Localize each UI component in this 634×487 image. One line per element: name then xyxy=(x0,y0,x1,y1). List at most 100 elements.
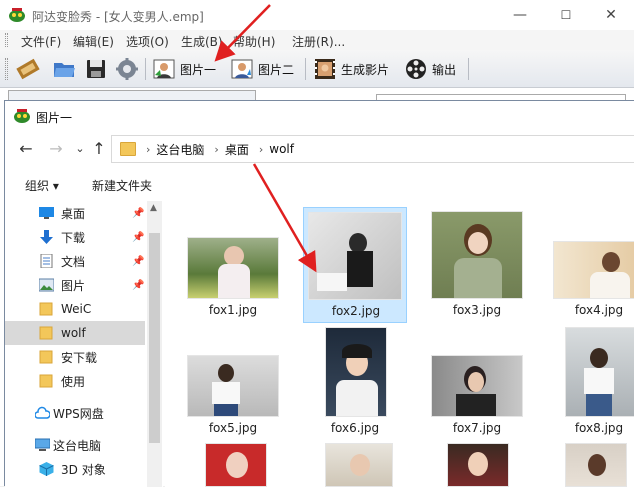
file-tile-fox4[interactable]: fox4.jpg xyxy=(547,207,634,323)
folder-icon xyxy=(39,350,53,364)
file-tile-fox5[interactable]: fox5.jpg xyxy=(181,325,285,441)
nav-item-wolf[interactable]: wolf xyxy=(5,321,145,345)
folder-icon xyxy=(39,326,53,340)
open-folder-icon xyxy=(54,63,75,77)
menu-options[interactable]: 选项(O) xyxy=(126,33,169,50)
minimize-button[interactable]: — xyxy=(497,0,543,30)
pin-icon: 📌 xyxy=(132,255,145,267)
nav-label: 这台电脑 xyxy=(53,438,102,453)
file-thumbnail xyxy=(565,327,634,417)
nav-item-anxiazai[interactable]: 安下载 xyxy=(5,345,145,369)
pin-icon: 📌 xyxy=(132,231,145,243)
file-thumbnail xyxy=(187,355,279,417)
nav-scrollbar[interactable]: ▲ xyxy=(147,201,162,487)
file-tile-partial[interactable] xyxy=(325,443,429,487)
generate-movie-label: 生成影片 xyxy=(341,62,390,77)
nav-item-3d-objects[interactable]: 3D 对象 xyxy=(5,457,145,481)
breadcrumb-chevron-icon: › xyxy=(214,142,219,156)
close-button[interactable]: ✕ xyxy=(588,0,634,30)
nav-item-desktop[interactable]: 桌面 📌 xyxy=(5,201,145,225)
image2-button[interactable]: 图片二 xyxy=(230,55,294,83)
nav-label: 桌面 xyxy=(61,206,86,221)
maximize-button[interactable]: ☐ xyxy=(543,0,589,30)
folder-icon xyxy=(39,374,53,388)
app-logo-icon xyxy=(9,8,25,22)
nav-item-documents[interactable]: 文档 📌 xyxy=(5,249,145,273)
save-button[interactable] xyxy=(84,55,112,83)
nav-item-downloads[interactable]: 下载 📌 xyxy=(5,225,145,249)
organize-button[interactable]: 组织 ▾ xyxy=(25,177,59,194)
menu-generate[interactable]: 生成(B) xyxy=(181,33,223,50)
menu-file[interactable]: 文件(F) xyxy=(21,33,61,50)
settings-button[interactable] xyxy=(115,55,143,83)
file-tile-fox6[interactable]: fox6.jpg xyxy=(303,325,407,441)
nav-item-wps-cloud[interactable]: WPS网盘 xyxy=(5,401,145,425)
navigation-bar: ← → ⌄ ↑ › 这台电脑 › 桌面 › wolf xyxy=(5,131,634,167)
toolbar-grip xyxy=(5,58,8,80)
open-file-dialog: 图片一 ← → ⌄ ↑ › 这台电脑 › 桌面 › wolf 组织 ▾ 新建文件… xyxy=(4,100,634,487)
back-arrow-icon[interactable]: ← xyxy=(15,139,37,159)
nav-item-pictures[interactable]: 图片 📌 xyxy=(5,273,145,297)
breadcrumb-this-pc[interactable]: 这台电脑 xyxy=(156,141,204,158)
file-name: fox5.jpg xyxy=(208,421,258,435)
file-tile-fox8[interactable]: fox8.jpg xyxy=(547,325,634,441)
window-title: 阿达变脸秀 - [女人变男人.emp] xyxy=(32,10,204,24)
file-name: fox4.jpg xyxy=(574,303,624,317)
menu-help[interactable]: 帮助(H) xyxy=(233,33,275,50)
navigation-pane: 桌面 📌 下载 📌 文档 📌 图片 📌 WeiC wolf 安下载 使用 WPS… xyxy=(5,199,163,487)
film-button[interactable] xyxy=(16,55,44,83)
up-arrow-icon[interactable]: ↑ xyxy=(88,139,110,159)
toolbar-separator xyxy=(145,58,146,80)
toolbar: 图片一 图片二 生成影片 输出 xyxy=(0,50,634,88)
image1-label: 图片一 xyxy=(180,62,217,77)
file-tile-partial[interactable] xyxy=(205,443,309,487)
breadcrumb-desktop[interactable]: 桌面 xyxy=(225,141,249,158)
3d-objects-icon xyxy=(39,462,54,476)
nav-item-shiyong[interactable]: 使用 xyxy=(5,369,145,393)
address-bar[interactable]: › 这台电脑 › 桌面 › wolf xyxy=(111,135,634,163)
menu-register[interactable]: 注册(R)... xyxy=(292,33,345,50)
pictures-icon xyxy=(39,278,54,292)
file-thumbnail xyxy=(431,211,523,299)
file-thumbnail xyxy=(187,237,279,299)
image1-button[interactable]: 图片一 xyxy=(152,55,216,83)
nav-label: 下载 xyxy=(61,230,86,245)
file-name: fox8.jpg xyxy=(574,421,624,435)
file-thumbnail xyxy=(308,212,402,300)
file-tile-fox3[interactable]: fox3.jpg xyxy=(425,207,529,323)
open-button[interactable] xyxy=(52,55,80,83)
file-tile-fox7[interactable]: fox7.jpg xyxy=(425,325,529,441)
folder-icon xyxy=(120,142,136,156)
dialog-title-bar: 图片一 xyxy=(5,101,634,131)
menu-grip xyxy=(5,33,8,47)
file-thumbnail xyxy=(565,443,627,487)
file-thumbnail xyxy=(205,443,267,487)
menu-edit[interactable]: 编辑(E) xyxy=(73,33,114,50)
pin-icon: 📌 xyxy=(132,207,145,219)
file-tile-partial[interactable] xyxy=(447,443,551,487)
computer-icon xyxy=(35,438,50,451)
film-reel-icon xyxy=(406,59,426,79)
nav-label: WeiC xyxy=(61,302,92,316)
file-thumbnail xyxy=(553,241,634,299)
file-tile-fox2[interactable]: fox2.jpg xyxy=(303,207,407,323)
pin-icon: 📌 xyxy=(132,279,145,291)
new-folder-button[interactable]: 新建文件夹 xyxy=(92,177,152,194)
background-panel-tab xyxy=(8,90,256,100)
nav-label: wolf xyxy=(61,326,86,340)
scroll-up-icon[interactable]: ▲ xyxy=(150,203,157,213)
file-tile-partial[interactable] xyxy=(565,443,634,487)
file-tile-fox1[interactable]: fox1.jpg xyxy=(181,207,285,323)
breadcrumb-wolf[interactable]: wolf xyxy=(269,142,294,156)
nav-label: WPS网盘 xyxy=(53,406,104,421)
cloud-icon xyxy=(35,406,50,419)
file-thumbnail xyxy=(325,327,387,417)
breadcrumb-chevron-icon: › xyxy=(258,142,264,156)
forward-arrow-icon[interactable]: → xyxy=(45,139,67,159)
nav-item-this-pc[interactable]: 这台电脑 xyxy=(5,433,145,457)
nav-item-weic[interactable]: WeiC xyxy=(5,297,145,321)
movie-film-icon xyxy=(315,59,335,79)
export-button[interactable]: 输出 xyxy=(404,55,456,83)
scrollbar-thumb[interactable] xyxy=(149,233,160,443)
generate-movie-button[interactable]: 生成影片 xyxy=(313,55,389,83)
